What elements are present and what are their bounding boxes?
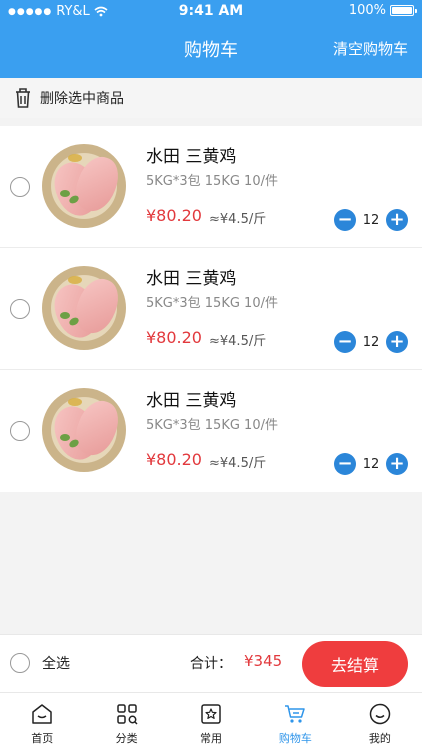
increase-quantity-button[interactable]: + [386, 209, 408, 231]
tab-favorites[interactable]: 常用 [169, 693, 253, 750]
tab-label: 常用 [200, 732, 223, 745]
product-spec: 5KG*3包 15KG 10/件 [146, 174, 278, 189]
product-image[interactable] [42, 266, 126, 350]
increase-quantity-button[interactable]: + [386, 331, 408, 353]
decrease-quantity-button[interactable]: − [334, 331, 356, 353]
product-price: ¥80.20 [146, 450, 202, 469]
item-select-radio[interactable] [10, 177, 30, 197]
status-bar: ●●●●● RY&L 9:41 AM 100% [0, 0, 422, 24]
unit-price: ≈¥4.5/斤 [209, 212, 267, 227]
tab-home[interactable]: 首页 [0, 693, 84, 750]
select-all-label[interactable]: 全选 [42, 653, 70, 673]
checkout-button[interactable]: 去结算 [302, 641, 408, 687]
battery-icon [390, 5, 417, 16]
product-name: 水田 三黄鸡 [146, 391, 237, 411]
tab-label: 分类 [115, 732, 138, 745]
decrease-quantity-button[interactable]: − [334, 209, 356, 231]
cart-item: 水田 三黄鸡 5KG*3包 15KG 10/件 ¥80.20 ≈¥4.5/斤 −… [0, 126, 422, 248]
app-header: ●●●●● RY&L 9:41 AM 100% 购物车 清空购物车 [0, 0, 422, 78]
profile-icon [369, 703, 391, 725]
tab-category[interactable]: 分类 [84, 693, 168, 750]
product-name: 水田 三黄鸡 [146, 269, 237, 289]
product-spec: 5KG*3包 15KG 10/件 [146, 296, 278, 311]
star-icon [201, 704, 221, 724]
trash-icon [16, 88, 30, 108]
battery-percent: 100% [348, 3, 386, 18]
total-label: 合计： [190, 656, 232, 672]
product-name: 水田 三黄鸡 [146, 147, 237, 167]
tab-cart[interactable]: 购物车 [253, 693, 337, 750]
product-image[interactable] [42, 144, 126, 228]
unit-price: ≈¥4.5/斤 [209, 456, 267, 471]
delete-selected-label: 删除选中商品 [40, 91, 124, 107]
tab-bar: 首页 分类 常用 购物车 我的 [0, 692, 422, 750]
increase-quantity-button[interactable]: + [386, 453, 408, 475]
cart-item: 水田 三黄鸡 5KG*3包 15KG 10/件 ¥80.20 ≈¥4.5/斤 −… [0, 248, 422, 370]
product-price: ¥80.20 [146, 328, 202, 347]
tab-profile[interactable]: 我的 [338, 693, 422, 750]
category-icon [116, 704, 138, 725]
unit-price: ≈¥4.5/斤 [209, 334, 267, 349]
tab-label: 首页 [31, 732, 54, 745]
product-spec: 5KG*3包 15KG 10/件 [146, 418, 278, 433]
select-all-radio[interactable] [10, 653, 30, 673]
quantity-value: 12 [362, 334, 380, 350]
quantity-stepper: − 12 + [334, 453, 408, 475]
cart-icon [285, 705, 306, 723]
clear-cart-button[interactable]: 清空购物车 [333, 38, 408, 59]
item-select-radio[interactable] [10, 421, 30, 441]
checkout-bar: 全选 合计： ¥345 去结算 [0, 634, 422, 692]
quantity-value: 12 [362, 212, 380, 228]
battery-status: 100% [348, 3, 417, 18]
cart-item: 水田 三黄鸡 5KG*3包 15KG 10/件 ¥80.20 ≈¥4.5/斤 −… [0, 370, 422, 492]
home-icon [32, 704, 52, 724]
quantity-stepper: − 12 + [334, 209, 408, 231]
product-image[interactable] [42, 388, 126, 472]
delete-selected-button[interactable]: 删除选中商品 [0, 78, 422, 118]
quantity-stepper: − 12 + [334, 331, 408, 353]
item-select-radio[interactable] [10, 299, 30, 319]
tab-label: 我的 [368, 732, 391, 745]
quantity-value: 12 [362, 456, 380, 472]
decrease-quantity-button[interactable]: − [334, 453, 356, 475]
tab-label: 购物车 [278, 732, 312, 745]
total-value: ¥345 [244, 652, 283, 670]
product-price: ¥80.20 [146, 206, 202, 225]
cart-list: 水田 三黄鸡 5KG*3包 15KG 10/件 ¥80.20 ≈¥4.5/斤 −… [0, 126, 422, 492]
